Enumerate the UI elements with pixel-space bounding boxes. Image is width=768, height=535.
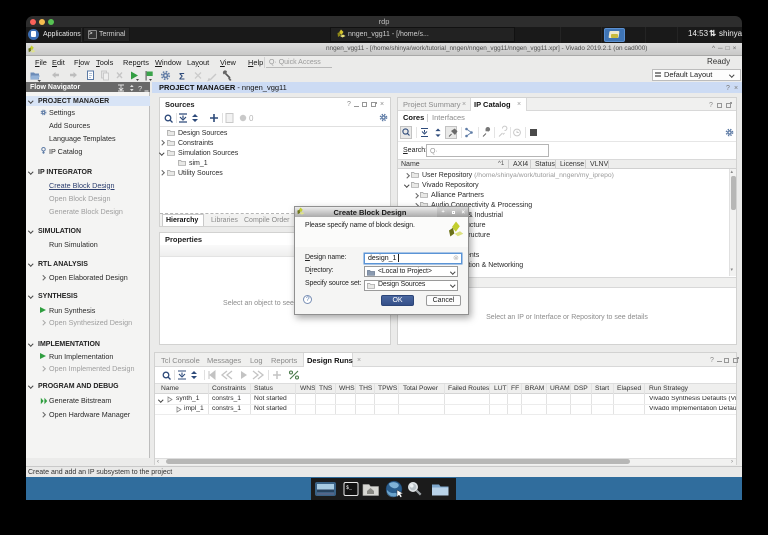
svg-text:Σ: Σ	[179, 72, 185, 83]
svg-text:?: ?	[138, 84, 142, 92]
svg-text:0: 0	[249, 114, 254, 123]
svg-text:$_: $_	[346, 485, 353, 491]
